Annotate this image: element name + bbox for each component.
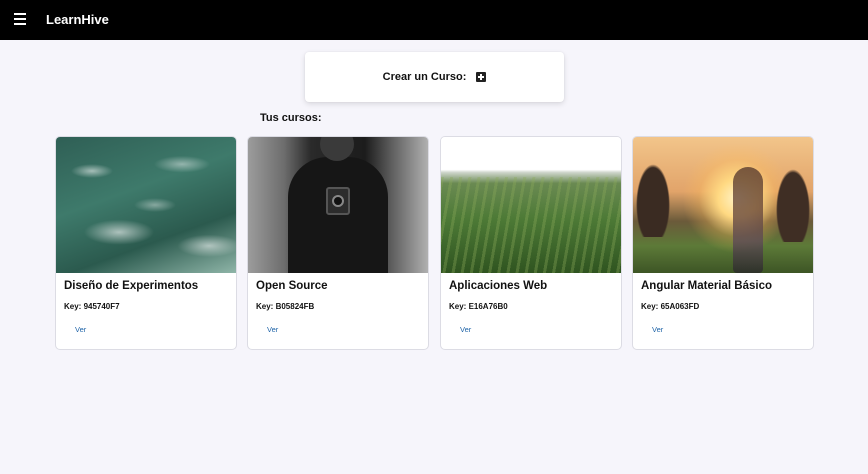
menu-icon[interactable] — [14, 13, 26, 25]
course-image-photographer — [248, 137, 428, 273]
course-key: Key: E16A76B0 — [449, 302, 508, 311]
add-box-icon[interactable] — [476, 72, 487, 82]
course-key: Key: B05824FB — [256, 302, 315, 311]
course-image-wheat-field — [441, 137, 621, 273]
course-key: Key: 945740F7 — [64, 302, 120, 311]
course-image-sunset-field — [633, 137, 813, 273]
create-course-card[interactable]: Crear un Curso: — [305, 52, 564, 102]
course-card: Diseño de Experimentos Key: 945740F7 Ver — [55, 136, 237, 350]
app-title: LearnHive — [46, 12, 109, 27]
create-course-label: Crear un Curso: — [382, 71, 467, 83]
top-app-bar: LearnHive — [0, 0, 868, 40]
course-title: Aplicaciones Web — [449, 280, 548, 292]
view-course-button[interactable]: Ver — [652, 325, 663, 334]
view-course-button[interactable]: Ver — [267, 325, 278, 334]
course-title: Diseño de Experimentos — [64, 280, 199, 292]
course-key: Key: 65A063FD — [641, 302, 700, 311]
course-card: Aplicaciones Web Key: E16A76B0 Ver — [440, 136, 622, 350]
section-title: Tus cursos: — [260, 112, 322, 124]
course-image-ocean — [56, 137, 236, 273]
course-card: Angular Material Básico Key: 65A063FD Ve… — [632, 136, 814, 350]
course-title: Open Source — [256, 280, 328, 292]
course-card: Open Source Key: B05824FB Ver — [247, 136, 429, 350]
course-title: Angular Material Básico — [641, 280, 773, 292]
view-course-button[interactable]: Ver — [460, 325, 471, 334]
view-course-button[interactable]: Ver — [75, 325, 86, 334]
